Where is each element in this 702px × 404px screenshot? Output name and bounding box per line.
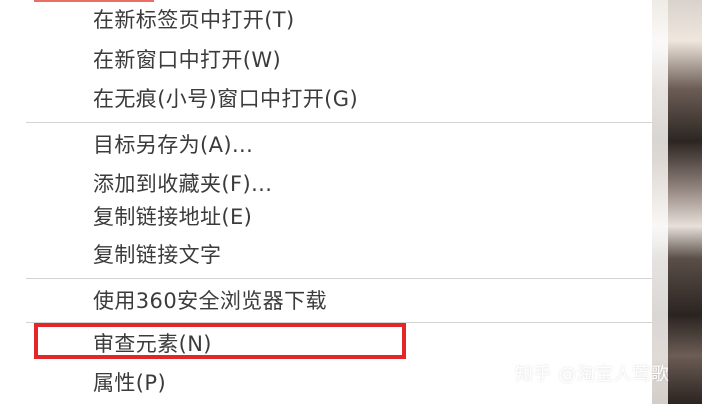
inspect-element-highlight-box [34, 323, 406, 359]
menu-item-download-with-360[interactable]: 使用360安全浏览器下载 [93, 284, 327, 318]
menu-item-open-new-window[interactable]: 在新窗口中打开(W) [93, 43, 281, 77]
menu-item-properties[interactable]: 属性(P) [93, 366, 166, 400]
screenshot-page: 在新标签页中打开(T) 在新窗口中打开(W) 在无痕(小号)窗口中打开(G) 目… [0, 0, 702, 404]
menu-item-copy-link-text[interactable]: 复制链接文字 [93, 238, 221, 272]
menu-item-open-new-tab[interactable]: 在新标签页中打开(T) [93, 3, 295, 37]
menu-item-copy-link-address[interactable]: 复制链接地址(E) [93, 200, 252, 234]
watermark-text: 知乎 @淘宝人莺歌 [515, 364, 670, 385]
menu-separator [26, 278, 652, 279]
menu-item-add-to-favorites[interactable]: 添加到收藏夹(F)... [93, 167, 272, 201]
context-menu: 在新标签页中打开(T) 在新窗口中打开(W) 在无痕(小号)窗口中打开(G) 目… [0, 0, 652, 404]
menu-separator [26, 122, 652, 123]
menu-item-save-target-as[interactable]: 目标另存为(A)... [93, 128, 253, 162]
top-edge-accent [34, 0, 154, 2]
menu-item-open-incognito-window[interactable]: 在无痕(小号)窗口中打开(G) [93, 82, 358, 116]
background-photo-strip [652, 0, 702, 404]
